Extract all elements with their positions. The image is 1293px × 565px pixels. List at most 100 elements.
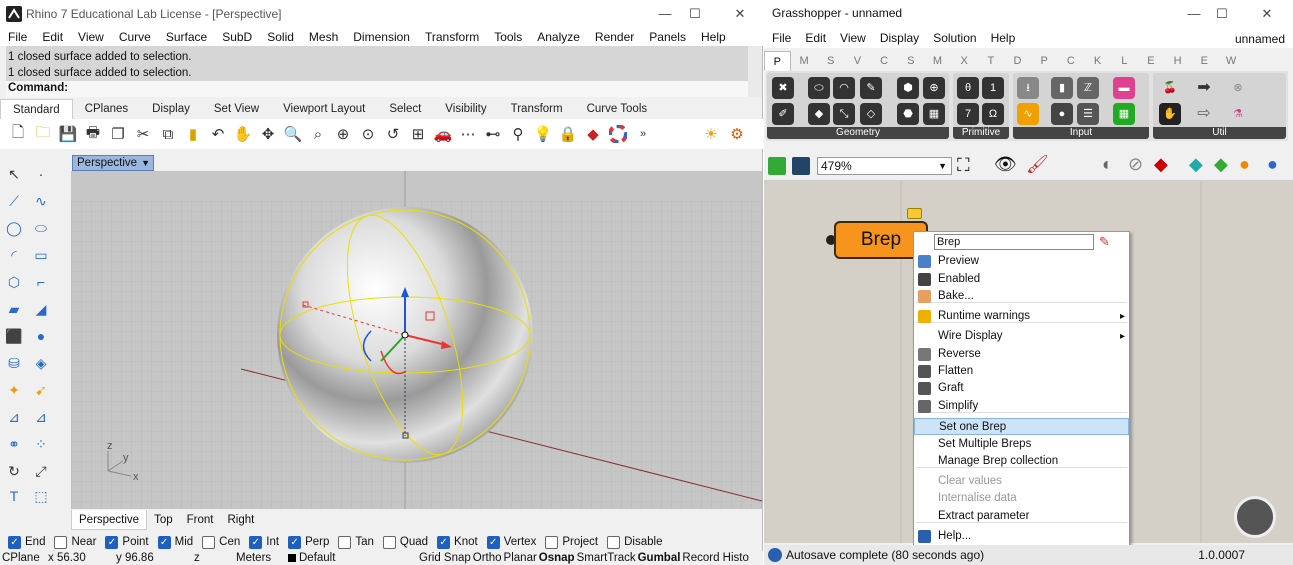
context-menu-item[interactable]: Wire Display ▸ bbox=[914, 328, 1129, 345]
maximize-button[interactable]: ☐ bbox=[680, 4, 710, 24]
menu-item[interactable]: Mesh bbox=[301, 28, 345, 46]
preview-eye-icon[interactable]: 👁 bbox=[994, 154, 1017, 175]
select-icon[interactable]: ⊷ bbox=[482, 123, 504, 145]
gh-tab[interactable]: X bbox=[951, 51, 978, 71]
select-arrow-icon[interactable]: ↖ bbox=[3, 163, 25, 185]
shaded-icon[interactable]: ◆ bbox=[1154, 154, 1168, 175]
param-icon[interactable]: ▬ bbox=[1113, 77, 1135, 99]
osnap-checkbox[interactable]: ✓ bbox=[486, 535, 500, 549]
properties-icon[interactable]: ❐ bbox=[107, 123, 129, 145]
loft-icon[interactable]: ◢ bbox=[30, 298, 52, 320]
param-icon[interactable]: ▮ bbox=[1051, 77, 1073, 99]
context-menu-item[interactable]: Set one Brep bbox=[914, 418, 1129, 435]
rotate-icon[interactable]: ↻ bbox=[3, 460, 25, 482]
param-icon[interactable]: ☰ bbox=[1077, 103, 1099, 125]
history-scrollbar[interactable] bbox=[748, 46, 762, 97]
perspective-viewport[interactable]: z y x bbox=[71, 171, 762, 509]
param-icon[interactable]: ⬭ bbox=[808, 77, 830, 99]
paste-icon[interactable]: ▮ bbox=[182, 123, 204, 145]
context-menu-item[interactable]: Help... bbox=[914, 528, 1129, 545]
toolbar-tab[interactable]: CPlanes bbox=[73, 99, 140, 119]
osnap-near[interactable]: Near bbox=[54, 535, 96, 549]
osnap-project[interactable]: Project bbox=[545, 535, 598, 549]
osnap-checkbox[interactable] bbox=[382, 535, 396, 549]
param-icon[interactable]: Ω bbox=[982, 103, 1004, 125]
osnap-int[interactable]: ✓ Int bbox=[249, 535, 279, 549]
osnap-checkbox[interactable] bbox=[202, 535, 216, 549]
command-prompt[interactable]: Command: bbox=[6, 81, 748, 97]
gh-tab[interactable]: P bbox=[1031, 51, 1058, 71]
save-icon[interactable] bbox=[792, 157, 810, 175]
gh-menu-item[interactable]: Display bbox=[872, 28, 925, 48]
toolbar-tab[interactable]: Display bbox=[140, 99, 202, 119]
context-menu-item[interactable]: Extract parameter bbox=[914, 508, 1129, 525]
minimize-button[interactable]: — bbox=[650, 4, 680, 24]
menu-item[interactable]: Surface bbox=[158, 28, 214, 46]
gh-tab[interactable]: V bbox=[844, 51, 871, 71]
menu-item[interactable]: Help bbox=[693, 28, 733, 46]
gh-tab[interactable]: D bbox=[1004, 51, 1031, 71]
viewport-tab[interactable]: Right bbox=[220, 510, 261, 530]
toolbar-tab[interactable]: Viewport Layout bbox=[271, 99, 377, 119]
gh-tab[interactable]: S bbox=[897, 51, 924, 71]
gh-menu-item[interactable]: Solution bbox=[925, 28, 982, 48]
boolean-icon[interactable]: ⚭ bbox=[3, 433, 25, 455]
osnap-point[interactable]: ✓ Point bbox=[105, 535, 149, 549]
group-icon[interactable]: ⁘ bbox=[30, 433, 52, 455]
gh-close-button[interactable]: ✕ bbox=[1252, 4, 1282, 24]
toolbar-tab[interactable]: Select bbox=[377, 99, 433, 119]
color-icon[interactable]: ● bbox=[1239, 154, 1250, 175]
text-icon[interactable]: T bbox=[3, 485, 25, 507]
osnap-knot[interactable]: ✓ Knot bbox=[437, 535, 478, 549]
gh-maximize-button[interactable]: ☐ bbox=[1207, 4, 1237, 24]
status-toggle[interactable]: Osnap bbox=[539, 551, 575, 565]
osnap-checkbox[interactable]: ✓ bbox=[157, 535, 171, 549]
gh-tab[interactable]: M bbox=[924, 51, 951, 71]
navigation-wheel-icon[interactable] bbox=[1234, 496, 1276, 538]
osnap-checkbox[interactable] bbox=[545, 535, 559, 549]
osnap-vertex[interactable]: ✓ Vertex bbox=[486, 535, 536, 549]
gh-tab[interactable]: C bbox=[1058, 51, 1085, 71]
gh-tab[interactable]: P bbox=[764, 51, 791, 71]
param-icon[interactable]: ⤡ bbox=[833, 103, 855, 125]
close-button[interactable]: ✕ bbox=[725, 4, 755, 24]
point-icon[interactable]: · bbox=[30, 163, 52, 185]
curve-icon[interactable]: ∿ bbox=[30, 190, 52, 212]
osnap-perp[interactable]: ✓ Perp bbox=[288, 535, 329, 549]
osnap-checkbox[interactable]: ✓ bbox=[249, 535, 263, 549]
name-edit-icon[interactable]: ✎ bbox=[1099, 234, 1110, 250]
osnap-quad[interactable]: Quad bbox=[382, 535, 428, 549]
nickname-field[interactable]: Brep bbox=[934, 234, 1094, 250]
toolbar-tab[interactable]: Visibility bbox=[433, 99, 498, 119]
param-icon[interactable]: ▦ bbox=[1113, 103, 1135, 125]
ellipse-icon[interactable]: ⬭ bbox=[30, 217, 52, 239]
cplane-icon[interactable]: ⚲ bbox=[507, 123, 529, 145]
viewport-tab[interactable]: Perspective bbox=[71, 510, 148, 530]
units-label[interactable]: Meters bbox=[236, 551, 288, 565]
open-file-icon[interactable]: 🗀 bbox=[32, 123, 54, 145]
flask-icon[interactable]: ⚗ bbox=[1227, 103, 1249, 125]
cut-icon[interactable]: ✂ bbox=[132, 123, 154, 145]
menu-item[interactable]: View bbox=[70, 28, 111, 46]
param-icon[interactable]: 7 bbox=[957, 103, 979, 125]
lock-icon[interactable]: 🔒 bbox=[557, 123, 579, 145]
osnap-end[interactable]: ✓ End bbox=[8, 535, 45, 549]
block-icon[interactable]: ⬚ bbox=[30, 485, 52, 507]
cherry-icon[interactable]: 🍒 bbox=[1159, 77, 1181, 99]
context-menu-item[interactable]: Set Multiple Breps bbox=[914, 436, 1129, 453]
zoom-icon[interactable]: 🔍 bbox=[282, 123, 304, 145]
zoom-extents-icon[interactable]: ⛶ bbox=[957, 155, 970, 176]
gh-tab[interactable]: E bbox=[1138, 51, 1165, 71]
toolbar-tab[interactable]: Set View bbox=[202, 99, 271, 119]
osnap-tan[interactable]: Tan bbox=[338, 535, 374, 549]
open-file-icon[interactable] bbox=[768, 157, 786, 175]
arc-icon[interactable]: ◜ bbox=[3, 244, 25, 266]
menu-item[interactable]: Dimension bbox=[345, 28, 417, 46]
layer-label[interactable]: Default bbox=[299, 551, 419, 565]
osnap-mid[interactable]: ✓ Mid bbox=[157, 535, 193, 549]
gh-tab[interactable]: T bbox=[978, 51, 1005, 71]
param-icon[interactable]: ⭳ bbox=[1017, 77, 1039, 99]
context-menu-item[interactable]: Reverse bbox=[914, 346, 1129, 363]
param-icon[interactable]: ● bbox=[1051, 103, 1073, 125]
link-icon[interactable]: ⊗ bbox=[1227, 77, 1249, 99]
